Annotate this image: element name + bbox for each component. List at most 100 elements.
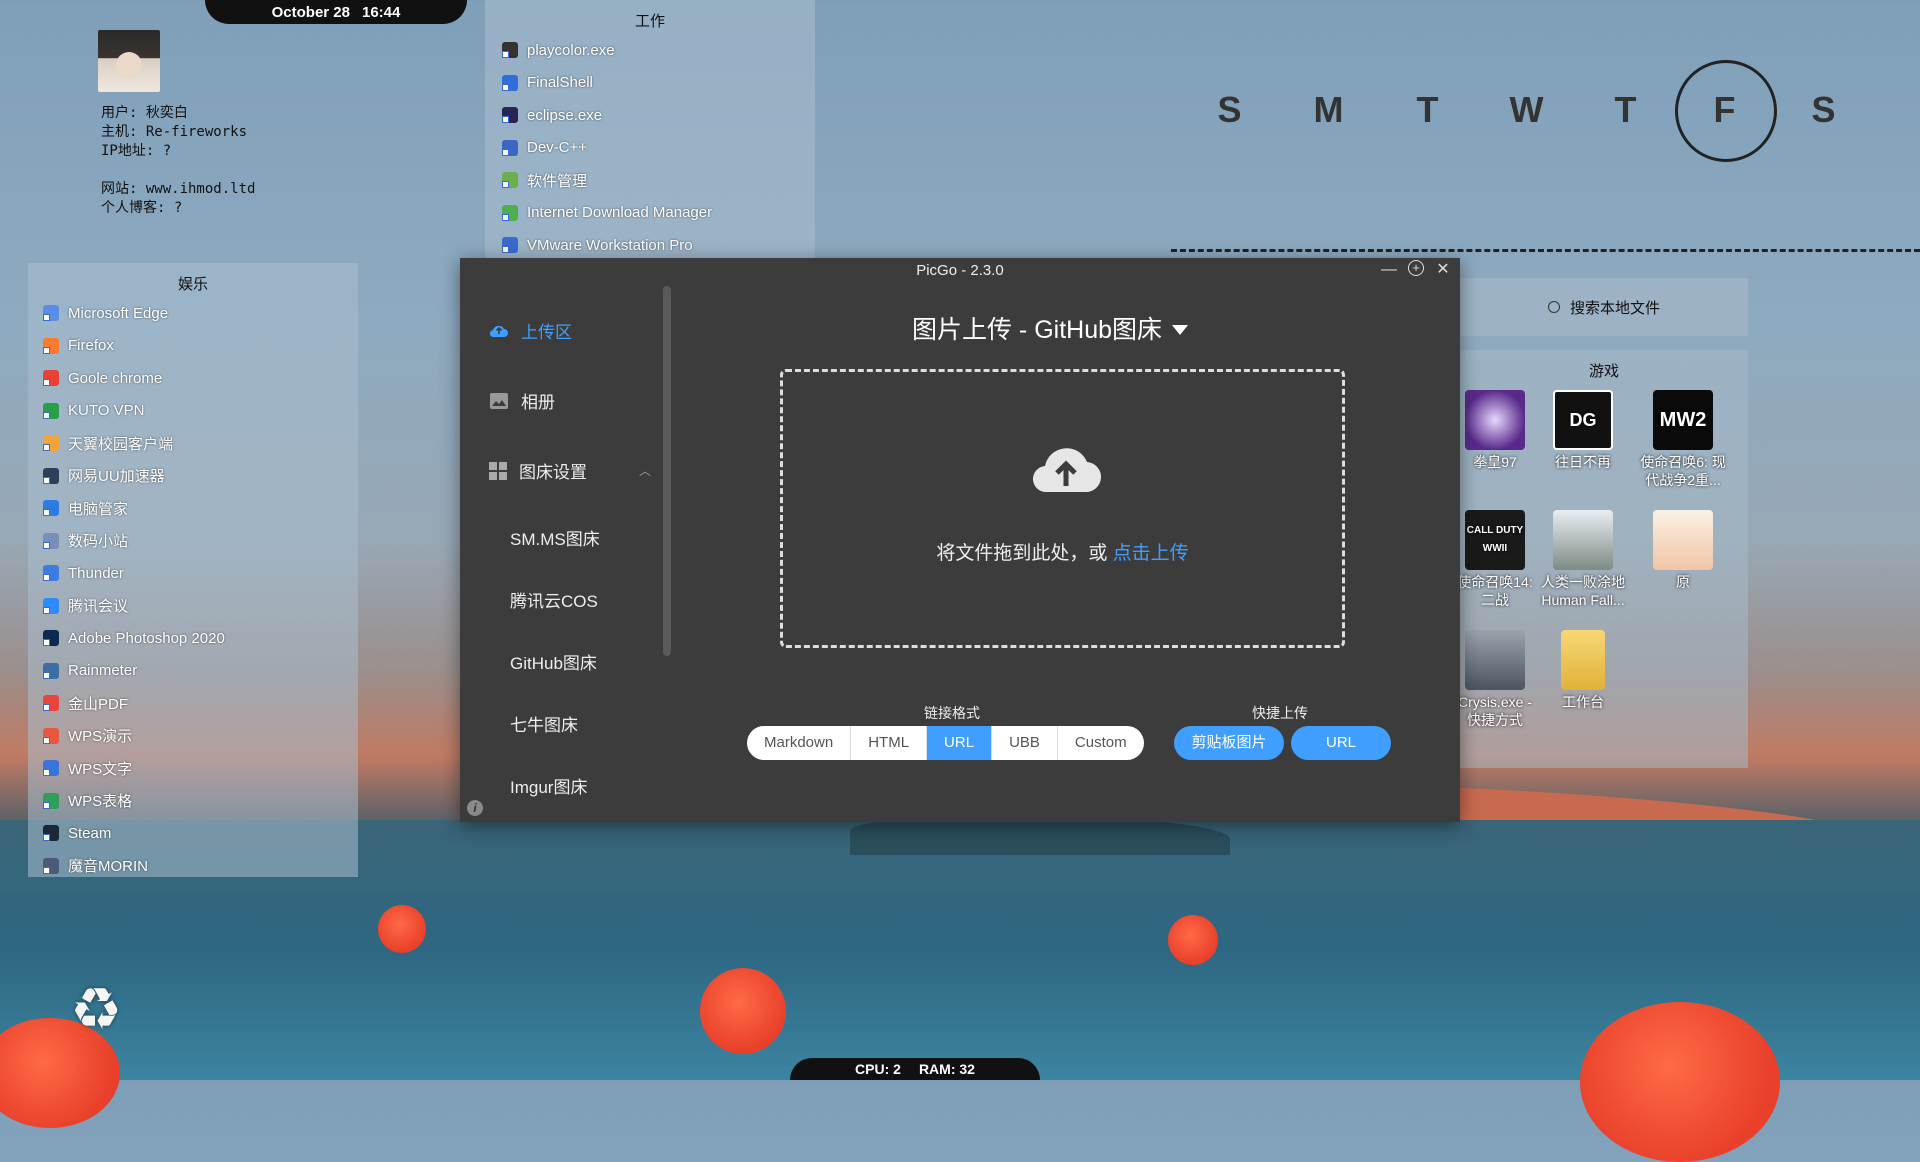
sidebar-scrollbar[interactable] bbox=[663, 286, 671, 656]
launcher-item[interactable]: 数码小站 bbox=[43, 525, 358, 558]
info-icon[interactable]: i bbox=[467, 800, 483, 816]
launcher-item[interactable]: 天翼校园客户端 bbox=[43, 427, 358, 460]
launcher-item[interactable]: WPS演示 bbox=[43, 720, 358, 753]
recycle-bin-icon[interactable]: ♻ bbox=[70, 975, 122, 1043]
format-ubb[interactable]: UBB bbox=[992, 726, 1058, 760]
game-shortcut[interactable]: 原 bbox=[1638, 510, 1728, 591]
nav-upload[interactable]: 上传区 bbox=[489, 318, 572, 343]
nav-sub-qiniu[interactable]: 七牛图床 bbox=[510, 711, 578, 736]
app-icon bbox=[43, 792, 59, 809]
game-shortcut[interactable]: CALL DUTY WWII 使命召唤14: 二战 bbox=[1450, 510, 1540, 609]
drop-instructions: 将文件拖到此处，或 点击上传 bbox=[936, 543, 1189, 564]
window-titlebar[interactable]: PicGo - 2.3.0 — + ✕ bbox=[460, 258, 1460, 286]
launcher-item[interactable]: 电脑管家 bbox=[43, 492, 358, 525]
upload-dropzone[interactable]: 将文件拖到此处，或 点击上传 bbox=[780, 369, 1345, 648]
nav-sub-imgur[interactable]: Imgur图床 bbox=[510, 773, 587, 798]
days-gone-icon: DG bbox=[1553, 390, 1613, 450]
nav-sub-tencent-cos[interactable]: 腾讯云COS bbox=[510, 587, 598, 612]
nav-settings[interactable]: 图床设置 ︿ bbox=[489, 458, 651, 483]
app-icon bbox=[502, 139, 518, 156]
launcher-item[interactable]: FinalShell bbox=[502, 67, 815, 100]
app-icon bbox=[502, 237, 518, 254]
launcher-item[interactable]: eclipse.exe bbox=[502, 99, 815, 132]
kof97-icon bbox=[1465, 390, 1525, 450]
upload-title[interactable]: 图片上传 - GitHub图床 bbox=[880, 310, 1220, 346]
launcher-item[interactable]: 软件管理 bbox=[502, 164, 815, 197]
cloud-upload-icon bbox=[489, 325, 508, 337]
launcher-item[interactable]: Rainmeter bbox=[43, 655, 358, 688]
clock-date: October 28 bbox=[271, 3, 350, 21]
game-shortcut[interactable]: MW2 使命召唤6: 现代战争2重... bbox=[1638, 390, 1728, 489]
app-icon bbox=[43, 565, 59, 582]
click-upload-link[interactable]: 点击上传 bbox=[1113, 543, 1189, 564]
launcher-item[interactable]: 魔音MORIN bbox=[43, 850, 358, 878]
app-icon bbox=[502, 107, 518, 124]
format-html[interactable]: HTML bbox=[851, 726, 928, 760]
launcher-item[interactable]: Firefox bbox=[43, 330, 358, 363]
panel-title: 娱乐 bbox=[177, 276, 208, 293]
pin-icon[interactable]: + bbox=[1408, 260, 1424, 276]
format-markdown[interactable]: Markdown bbox=[747, 726, 852, 760]
app-icon bbox=[43, 695, 59, 712]
nav-sub-smms[interactable]: SM.MS图床 bbox=[510, 525, 600, 550]
games-panel: 游戏 拳皇97 DG 往日不再 MW2 使命召唤6: 现代战争2重... CAL… bbox=[1457, 350, 1748, 768]
cod-ww2-icon: CALL DUTY WWII bbox=[1465, 510, 1525, 570]
app-icon bbox=[43, 630, 59, 647]
url-upload-button[interactable]: URL bbox=[1291, 726, 1391, 760]
format-url[interactable]: URL bbox=[927, 726, 993, 760]
weekday-calendar: S M T W T F S bbox=[1180, 60, 1873, 162]
launcher-item[interactable]: 金山PDF bbox=[43, 687, 358, 720]
game-shortcut[interactable]: DG 往日不再 bbox=[1538, 390, 1628, 471]
app-icon bbox=[502, 42, 518, 59]
launcher-item[interactable]: Dev-C++ bbox=[502, 132, 815, 165]
launcher-item[interactable]: playcolor.exe bbox=[502, 34, 815, 67]
weekday-thu: T bbox=[1614, 89, 1637, 130]
blog: 个人博客: ? bbox=[101, 200, 183, 216]
local-file-search[interactable]: 搜索本地文件 bbox=[1460, 278, 1748, 336]
wallpaper-sun bbox=[1580, 1002, 1780, 1162]
link-format-group: Markdown HTML URL UBB Custom bbox=[747, 726, 1144, 760]
nav-sub-github[interactable]: GitHub图床 bbox=[510, 649, 597, 674]
launcher-item[interactable]: Adobe Photoshop 2020 bbox=[43, 622, 358, 655]
wallpaper-sun bbox=[378, 905, 426, 953]
minimize-icon[interactable]: — bbox=[1380, 260, 1398, 280]
quick-upload-label: 快捷上传 bbox=[1252, 705, 1308, 721]
app-icon bbox=[43, 370, 59, 387]
app-icon bbox=[502, 172, 518, 189]
cloud-upload-icon bbox=[1033, 448, 1101, 493]
app-icon bbox=[43, 727, 59, 744]
launcher-item[interactable]: Microsoft Edge bbox=[43, 297, 358, 330]
game-shortcut[interactable]: 工作台 bbox=[1538, 630, 1628, 711]
launcher-item[interactable]: WPS表格 bbox=[43, 785, 358, 818]
launcher-item[interactable]: Internet Download Manager bbox=[502, 197, 815, 230]
clock-bar: October 28 16:44 bbox=[205, 0, 467, 24]
launcher-item[interactable]: Steam bbox=[43, 817, 358, 850]
launcher-item[interactable]: 腾讯会议 bbox=[43, 590, 358, 623]
game-shortcut[interactable]: 拳皇97 bbox=[1450, 390, 1540, 471]
weekday-wed: W bbox=[1509, 89, 1544, 130]
format-custom[interactable]: Custom bbox=[1058, 726, 1144, 760]
app-icon bbox=[43, 435, 59, 452]
app-icon bbox=[502, 74, 518, 91]
launcher-item[interactable]: VMware Workstation Pro bbox=[502, 229, 815, 258]
human-fall-flat-icon bbox=[1553, 510, 1613, 570]
game-shortcut[interactable]: 人类一败涂地 Human Fall... bbox=[1538, 510, 1628, 609]
launcher-item[interactable]: Goole chrome bbox=[43, 362, 358, 395]
user-info: 用户: 秋奕白 主机: Re-fireworks IP地址: ? 网站: www… bbox=[101, 104, 255, 218]
work-panel: 工作 playcolor.exe FinalShell eclipse.exe … bbox=[485, 0, 815, 258]
clipboard-upload-button[interactable]: 剪贴板图片 bbox=[1174, 726, 1284, 760]
launcher-item[interactable]: KUTO VPN bbox=[43, 395, 358, 428]
app-icon bbox=[43, 337, 59, 354]
close-icon[interactable]: ✕ bbox=[1434, 260, 1452, 280]
wallpaper-sun bbox=[700, 968, 786, 1054]
game-shortcut[interactable]: Crysis.exe - 快捷方式 bbox=[1450, 630, 1540, 729]
ip-address: IP地址: ? bbox=[101, 143, 172, 159]
system-stats-bar: CPU: 2 RAM: 32 bbox=[790, 1058, 1040, 1080]
divider bbox=[1171, 249, 1920, 252]
launcher-item[interactable]: Thunder bbox=[43, 557, 358, 590]
launcher-item[interactable]: WPS文字 bbox=[43, 752, 358, 785]
launcher-item[interactable]: 网易UU加速器 bbox=[43, 460, 358, 493]
nav-album[interactable]: 相册 bbox=[489, 388, 555, 413]
grid-icon bbox=[489, 461, 507, 480]
avatar bbox=[98, 30, 160, 92]
